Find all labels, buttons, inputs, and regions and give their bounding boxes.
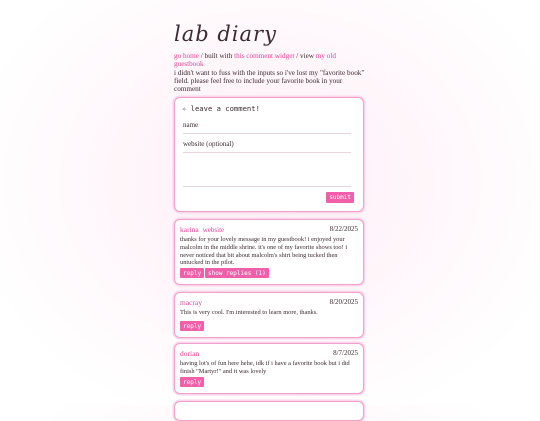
comment-text: thanks for your lovely message in my gue… [180,236,348,267]
author-website-link[interactable]: website [203,226,224,234]
page-title: lab diary [174,22,277,46]
author-name: dorian [180,349,200,358]
show-replies-button[interactable]: show replies (1) [205,268,269,278]
comment-textarea[interactable] [183,164,351,187]
comment-text: This is very cool. I'm interested to lea… [180,309,318,316]
reply-button[interactable]: reply [180,268,205,278]
comment-author: karina website [180,225,224,234]
comment-card: dorian 8/7/2025 having lot's of fun here… [174,343,364,394]
comment-card-partial [174,401,364,421]
name-input[interactable]: name [183,121,351,134]
intro-sep-1: / built with [198,52,235,60]
go-home-link[interactable]: go home [174,52,199,60]
website-input[interactable]: website (optional) [183,140,351,153]
author-name: karina [180,225,199,234]
intro-text: go home / built with this comment widget… [174,52,366,93]
submit-button[interactable]: submit [326,192,354,203]
comment-card: macray 8/20/2025 This is very cool. I'm … [174,292,364,338]
reply-button[interactable]: reply [180,321,205,331]
intro-note: i didn't want to fuss with the inputs so… [174,68,365,94]
intro-sep-2: / view [294,52,316,60]
comment-card: karina website 8/22/2025 thanks for your … [174,219,364,285]
comment-date: 8/7/2025 [333,349,358,357]
comment-widget-link[interactable]: this comment widget [234,52,294,60]
comment-date: 8/20/2025 [329,298,358,306]
comment-form: ✧ leave a comment! name website (optiona… [174,97,364,212]
comment-date: 8/22/2025 [329,225,358,233]
author-name: macray [180,298,203,307]
reply-button[interactable]: reply [180,377,205,387]
comment-text: having lot's of fun here hehe, idk if i … [180,360,350,375]
form-heading: ✧ leave a comment! [182,104,260,113]
